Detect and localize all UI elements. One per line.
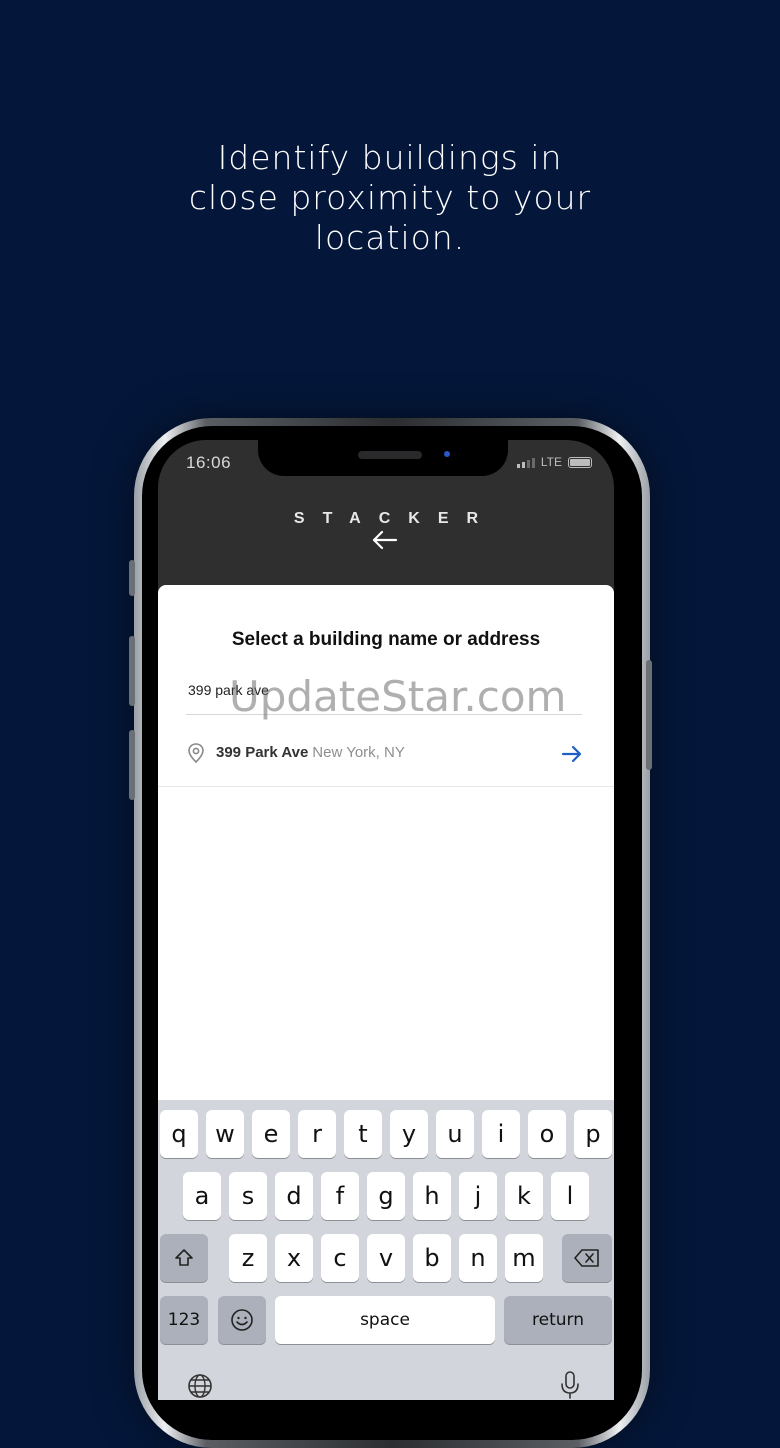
key-t[interactable]: t: [344, 1110, 382, 1158]
key-c[interactable]: c: [321, 1234, 359, 1282]
headline: Identify buildings in close proximity to…: [0, 138, 780, 258]
network-label: LTE: [540, 455, 562, 469]
emoji-key[interactable]: [218, 1296, 266, 1344]
volume-down-button: [129, 730, 135, 800]
power-button: [646, 660, 652, 770]
key-k[interactable]: k: [505, 1172, 543, 1220]
key-z[interactable]: z: [229, 1234, 267, 1282]
key-d[interactable]: d: [275, 1172, 313, 1220]
battery-icon: [568, 456, 592, 468]
key-b[interactable]: b: [413, 1234, 451, 1282]
watermark-text: UpdateStar.com: [229, 672, 567, 721]
location-pin-icon: [188, 743, 204, 764]
back-arrow-icon[interactable]: [370, 528, 398, 552]
key-l[interactable]: l: [551, 1172, 589, 1220]
on-screen-keyboard: q w e r t y u i o p a s d f g h j k l z …: [158, 1100, 614, 1400]
delete-key[interactable]: [562, 1234, 612, 1282]
status-time: 16:06: [186, 453, 232, 472]
arrow-right-icon[interactable]: [560, 743, 584, 765]
notch: [258, 440, 508, 476]
numbers-key[interactable]: 123: [160, 1296, 208, 1344]
key-y[interactable]: y: [390, 1110, 428, 1158]
key-a[interactable]: a: [183, 1172, 221, 1220]
suggestion-city: New York, NY: [312, 744, 405, 761]
emoji-icon: [231, 1309, 253, 1331]
suggestion-text: 399 Park Ave New York, NY: [216, 744, 405, 761]
key-s[interactable]: s: [229, 1172, 267, 1220]
key-m[interactable]: m: [505, 1234, 543, 1282]
key-u[interactable]: u: [436, 1110, 474, 1158]
signal-icon: [516, 457, 535, 468]
key-f[interactable]: f: [321, 1172, 359, 1220]
key-o[interactable]: o: [528, 1110, 566, 1158]
key-n[interactable]: n: [459, 1234, 497, 1282]
key-v[interactable]: v: [367, 1234, 405, 1282]
suggestion-item[interactable]: 399 Park Ave New York, NY: [158, 730, 614, 787]
key-j[interactable]: j: [459, 1172, 497, 1220]
volume-up-button: [129, 636, 135, 706]
phone-screen: 16:06 LTE STACKER Select a building name…: [158, 440, 614, 1400]
mute-switch: [129, 560, 135, 596]
key-e[interactable]: e: [252, 1110, 290, 1158]
app-brand: STACKER: [293, 510, 497, 527]
backspace-icon: [574, 1249, 599, 1267]
card-title: Select a building name or address: [231, 629, 541, 650]
headline-line-2: close proximity to your: [188, 178, 592, 217]
space-key[interactable]: space: [275, 1296, 495, 1344]
headline-line-1: Identify buildings in: [217, 138, 563, 177]
globe-icon[interactable]: [186, 1372, 214, 1400]
key-w[interactable]: w: [206, 1110, 244, 1158]
key-r[interactable]: r: [298, 1110, 336, 1158]
key-q[interactable]: q: [160, 1110, 198, 1158]
microphone-icon[interactable]: [558, 1370, 582, 1400]
key-i[interactable]: i: [482, 1110, 520, 1158]
key-g[interactable]: g: [367, 1172, 405, 1220]
headline-line-3: location.: [314, 218, 466, 257]
suggestion-name: 399 Park Ave: [216, 744, 309, 761]
front-camera: [444, 451, 450, 457]
key-p[interactable]: p: [574, 1110, 612, 1158]
status-indicators: LTE: [516, 455, 592, 469]
shift-key[interactable]: [160, 1234, 208, 1282]
return-key[interactable]: return: [504, 1296, 612, 1344]
key-x[interactable]: x: [275, 1234, 313, 1282]
shift-icon: [175, 1249, 193, 1266]
key-h[interactable]: h: [413, 1172, 451, 1220]
speaker: [358, 451, 422, 459]
